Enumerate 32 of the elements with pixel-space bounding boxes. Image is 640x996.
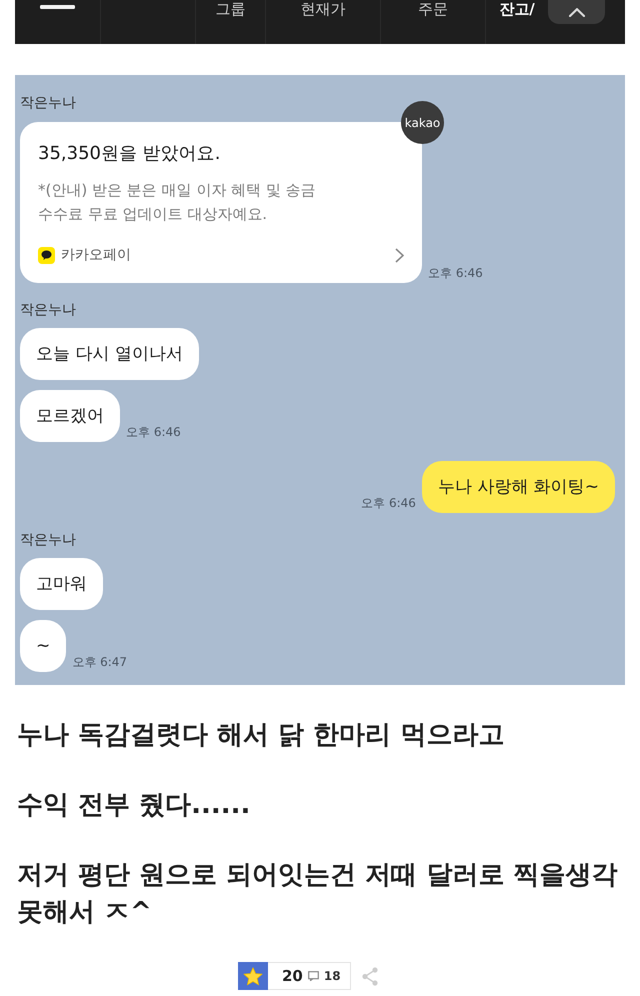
chevron-right-icon [395, 248, 404, 262]
message-bubble: 누나 사랑해 화이팅~ [422, 461, 615, 513]
post-paragraph: 저거 평단 원으로 되어잇는건 저때 달러로 찍을생각 못해서 ㅈ^ [17, 859, 618, 929]
recommend-button[interactable] [238, 962, 268, 990]
sender-name: 작은누나 [20, 302, 77, 318]
comment-icon [308, 971, 319, 981]
scroll-up-button[interactable] [548, 0, 605, 24]
nav-tab[interactable]: 현재가 [265, 0, 380, 44]
service-name: 카카오페이 [61, 246, 131, 264]
nav-tab[interactable]: 그룹 [195, 0, 265, 44]
post-paragraph: 누나 독감걸렷다 해서 닭 한마리 먹으라고 [17, 719, 506, 752]
menu-icon[interactable] [40, 5, 75, 9]
recommend-count: 20 [282, 967, 303, 985]
chevron-up-icon [568, 8, 584, 16]
post-paragraph: 수익 전부 줬다...... [17, 789, 252, 822]
brand-badge: kakao [401, 101, 444, 144]
nav-tab[interactable]: 주문 [380, 0, 485, 44]
star-icon [243, 966, 263, 986]
comment-count: 18 [324, 969, 341, 983]
payment-amount-text: 35,350원을 받았어요. [38, 142, 222, 166]
message-bubble: 오늘 다시 열이나서 [20, 328, 199, 380]
message-bubble: ~ [20, 620, 66, 672]
message-time: 오후 6:46 [126, 424, 181, 441]
message-bubble: 모르겠어 [20, 390, 120, 442]
payment-notice-text: *(안내) 받은 분은 매일 이자 혜택 및 송금 수수료 무료 업데이트 대상자예요. [38, 180, 317, 225]
message-time: 오후 6:46 [428, 265, 483, 282]
message-bubble: 고마워 [20, 558, 103, 610]
message-time: 오후 6:46 [361, 495, 416, 512]
sender-name: 작은누나 [20, 532, 77, 548]
sender-name: 작은누나 [20, 95, 77, 111]
speech-bubble-icon [38, 246, 55, 264]
message-time: 오후 6:47 [72, 654, 128, 671]
